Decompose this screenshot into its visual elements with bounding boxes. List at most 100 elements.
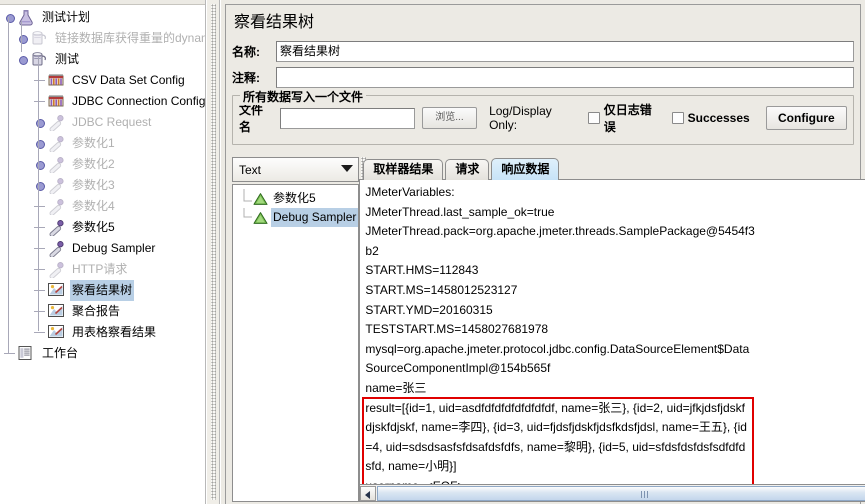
jmeter-window: 测试计划链接数据库获得重量的dynamic 测试 CSV Data Set Conf…	[0, 0, 865, 504]
tree-item-label: JDBC Connection Configurat	[72, 94, 206, 108]
sampler-icon	[47, 240, 66, 258]
tree-branch-line	[34, 238, 47, 259]
configure-button[interactable]: Configure	[765, 106, 848, 130]
tree-item-1[interactable]: 链接数据库获得重量的dynamic	[0, 28, 206, 49]
tree-toggle-knob[interactable]	[34, 112, 47, 133]
test-plan-tree-panel[interactable]: 测试计划链接数据库获得重量的dynamic 测试 CSV Data Set Conf…	[0, 0, 206, 504]
response-line-12: djskfdjskf, name=李四}, {id=3, uid=fjdsfjd…	[365, 420, 747, 435]
tab-1[interactable]: 请求	[445, 159, 490, 180]
tree-item-label: 参数化1	[72, 136, 115, 150]
main-splitter[interactable]	[206, 0, 220, 504]
tree-item-14[interactable]: 聚合报告	[0, 301, 205, 322]
tree-item-label: HTTP请求	[72, 262, 128, 276]
response-line-7: TESTSTART.MS=1458027681978	[365, 322, 549, 337]
result-tabs[interactable]: 取样器结果 请求 响应数据	[359, 157, 865, 180]
horizontal-scroll-thumb[interactable]	[377, 485, 865, 501]
successes-checkbox-wrap[interactable]: Successes	[671, 111, 750, 125]
page-title: 察看结果树	[234, 14, 315, 31]
tree-item-6[interactable]: 参数化1	[0, 133, 205, 154]
tree-item-label: 工作台	[42, 346, 79, 360]
tree-branch-line	[241, 189, 253, 208]
test-plan-tree[interactable]: 测试计划链接数据库获得重量的dynamic 测试 CSV Data Set Conf…	[0, 7, 206, 364]
name-input[interactable]: 察看结果树	[276, 40, 854, 62]
tree-toggle-knob[interactable]	[34, 175, 47, 196]
tab-2[interactable]: 响应数据	[491, 158, 560, 180]
response-line-15: username=<EOF>	[365, 477, 755, 484]
thread-group-icon	[30, 51, 49, 68]
sample-result-label: 参数化5	[273, 191, 316, 205]
browse-button[interactable]: 浏览...	[421, 107, 478, 129]
successes-checkbox[interactable]	[671, 112, 684, 124]
sampler-icon	[47, 177, 66, 195]
tree-toggle-knob[interactable]	[17, 49, 30, 70]
tree-item-label: CSV Data Set Config	[72, 73, 185, 87]
tree-branch-line	[241, 208, 253, 227]
tree-item-9[interactable]: 参数化4	[0, 196, 205, 217]
render-format-combo[interactable]: Text	[232, 157, 360, 182]
comment-input[interactable]	[276, 66, 854, 88]
tree-item-11[interactable]: Debug Sampler	[0, 238, 205, 259]
write-results-to-file-group: 所有数据写入一个文件 文件名 浏览... Log/Display Only: 仅…	[232, 88, 854, 145]
tree-item-label: 参数化2	[72, 157, 115, 171]
tree-item-label: 参数化3	[72, 178, 115, 192]
sampler-icon	[47, 156, 66, 174]
scroll-left-button[interactable]	[360, 485, 377, 501]
tree-item-label: 参数化5	[72, 220, 115, 234]
sampler-icon	[47, 135, 66, 153]
tree-item-3[interactable]: CSV Data Set Config	[0, 70, 205, 91]
filename-input[interactable]	[279, 107, 415, 129]
right-content-area: 察看结果树 名称: 察看结果树 注释: 所有数据写入一个文件 文件名 浏览...…	[221, 0, 865, 504]
results-left-column: Text 参数化5 Debug Sampler	[232, 157, 360, 502]
response-data-text[interactable]: JMeterVariables: JMeterThread.last_sample…	[360, 180, 755, 484]
workbench-icon	[17, 345, 36, 362]
tree-item-2[interactable]: 测试	[0, 49, 205, 70]
log-display-only-label: Log/Display Only:	[489, 104, 552, 132]
tree-item-12[interactable]: HTTP请求	[0, 259, 205, 280]
response-line-5: START.MS=1458012523127	[365, 282, 518, 297]
tree-branch-line	[34, 322, 47, 343]
tree-toggle-knob[interactable]	[34, 133, 47, 154]
tree-item-4[interactable]: JDBC Connection Configurat	[0, 91, 206, 112]
response-data-view[interactable]: JMeterVariables: JMeterThread.last_sample…	[359, 180, 865, 485]
sample-result-item-0[interactable]: 参数化5	[233, 189, 358, 208]
sample-result-item-1[interactable]: Debug Sampler	[233, 208, 359, 227]
successes-label: Successes	[687, 111, 750, 125]
sample-result-tree[interactable]: 参数化5 Debug Sampler	[232, 184, 360, 502]
tree-item-5[interactable]: JDBC Request	[0, 112, 205, 133]
csv-config-icon	[47, 72, 66, 89]
tree-toggle-knob[interactable]	[34, 154, 47, 175]
response-line-8: mysql=org.apache.jmeter.protocol.jdbc.co…	[365, 341, 750, 356]
tree-item-0[interactable]: 测试计划	[0, 7, 205, 28]
tree-item-label: 链接数据库获得重量的dynamic	[55, 31, 206, 45]
errors-only-checkbox-wrap[interactable]: 仅日志错误	[588, 101, 662, 135]
tree-toggle-knob[interactable]	[4, 7, 17, 28]
tree-item-label: 测试	[55, 52, 80, 66]
splitter-grip	[211, 4, 216, 500]
response-line-3: b2	[365, 243, 379, 258]
file-row: 文件名 浏览... Log/Display Only: 仅日志错误 Succes…	[239, 103, 848, 134]
results-split-area: Text 参数化5 Debug Sampler 取样器结果 请求 响应数据 JMete…	[232, 157, 865, 502]
tree-branch-line	[34, 280, 47, 301]
response-line-10: name=张三	[365, 380, 427, 395]
response-horizontal-scrollbar[interactable]	[359, 485, 865, 502]
tree-item-10[interactable]: 参数化5	[0, 217, 205, 238]
triangle-left-icon	[365, 490, 371, 499]
tree-item-7[interactable]: 参数化2	[0, 154, 205, 175]
tree-item-16[interactable]: 工作台	[0, 343, 205, 364]
tree-item-15[interactable]: 用表格察看结果	[0, 322, 205, 343]
tree-toggle-knob[interactable]	[17, 28, 30, 49]
tree-item-13[interactable]: 察看结果树	[0, 280, 205, 301]
errors-only-checkbox[interactable]	[588, 112, 600, 124]
listener-icon	[47, 282, 66, 299]
thread-group-icon	[30, 30, 49, 47]
sampler-icon	[47, 219, 66, 237]
tab-0[interactable]: 取样器结果	[363, 159, 444, 180]
tree-item-8[interactable]: 参数化3	[0, 175, 205, 196]
